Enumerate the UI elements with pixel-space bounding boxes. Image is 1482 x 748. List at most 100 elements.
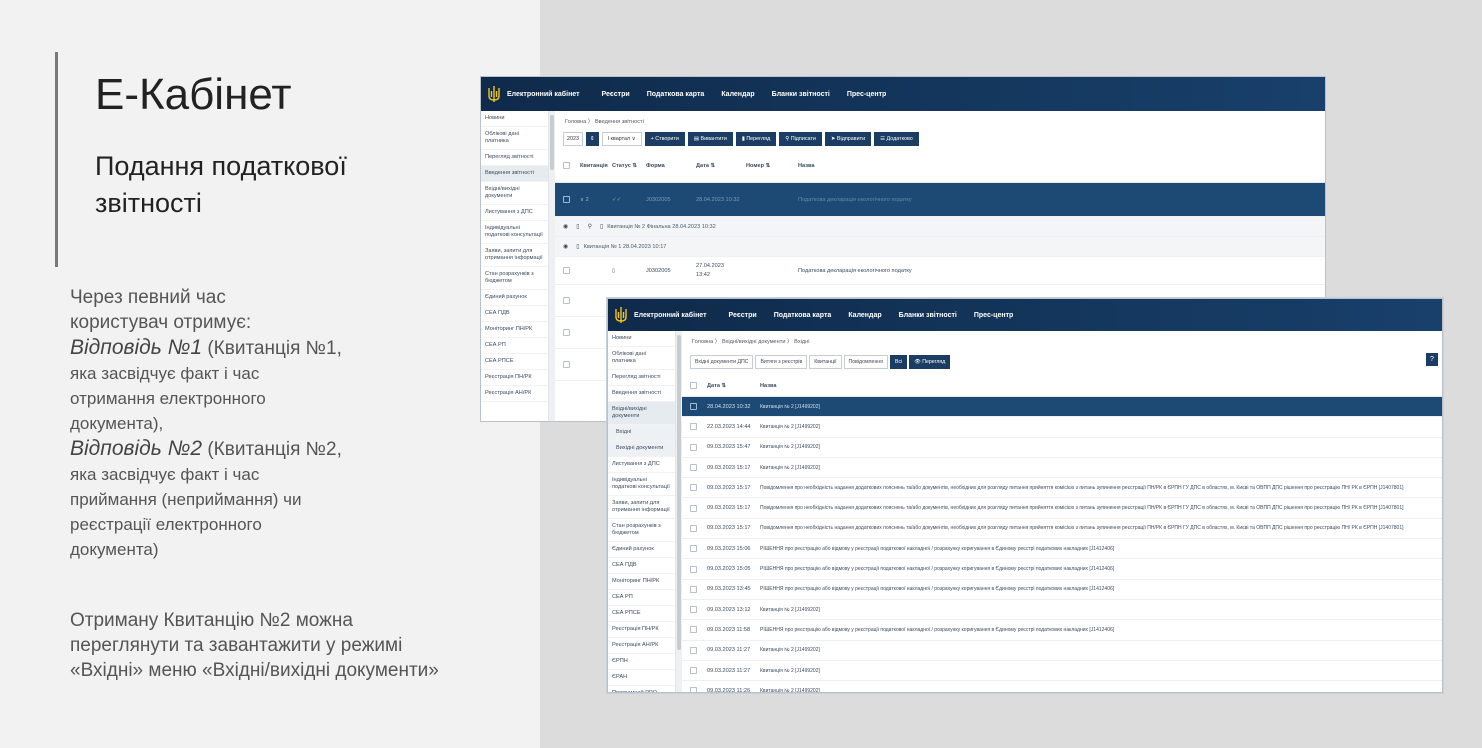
key-icon[interactable]: ⚲ bbox=[588, 223, 592, 230]
sidebar-item[interactable]: Реєстрація ПН/РК bbox=[481, 370, 548, 386]
table-row[interactable]: 09.03.2023 13:45 РІШЕННЯ про реєстрацію а… bbox=[682, 580, 1442, 600]
tab-incoming-dps[interactable]: Вхідні документи ДПС bbox=[690, 355, 754, 369]
table-row[interactable]: ▯ J0302005 27.04.2023 13:42 Податкова дек… bbox=[555, 257, 1325, 285]
eye-icon[interactable]: ◉ bbox=[563, 243, 568, 250]
sidebar-item[interactable]: Новини bbox=[608, 331, 675, 347]
create-button[interactable]: + Створити bbox=[644, 132, 685, 146]
nav-calendar[interactable]: Календар bbox=[721, 91, 754, 98]
table-row[interactable]: 09.03.2023 11:58 РІШЕННЯ про реєстрацію а… bbox=[682, 620, 1442, 641]
nav-registers[interactable]: Реєстри bbox=[602, 91, 630, 98]
table-row[interactable]: 09.03.2023 11:26 Квитанція № 2 [J1499202] bbox=[682, 681, 1442, 692]
row-checkbox[interactable] bbox=[690, 464, 697, 472]
sidebar-item[interactable]: Листування з ДПС bbox=[608, 457, 675, 473]
row-checkbox[interactable] bbox=[690, 423, 697, 431]
sidebar-item[interactable]: Реєстрація ПН/РК bbox=[608, 622, 675, 638]
nav-calendar[interactable]: Календар bbox=[848, 312, 881, 319]
row-checkbox[interactable] bbox=[690, 524, 697, 532]
export-button[interactable]: ▤ Вивантити bbox=[687, 132, 733, 146]
table-row[interactable]: 09.03.2023 11:27 Квитанція № 2 [J1499202] bbox=[682, 661, 1442, 682]
sidebar-item[interactable]: ЄРПН bbox=[608, 654, 675, 670]
sidebar-item[interactable]: Моніторинг ПН/РК bbox=[608, 574, 675, 590]
sidebar-item[interactable]: СЕА ПДВ bbox=[481, 306, 548, 322]
sidebar-item[interactable]: Реєстрація АН/РК bbox=[481, 386, 548, 402]
row-checkbox[interactable] bbox=[690, 565, 697, 573]
sidebar-item[interactable]: СЕА РП bbox=[608, 590, 675, 606]
sidebar-item[interactable]: Вхідні/вихідні документи bbox=[608, 402, 675, 425]
view-button[interactable]: 👁 Перегляд bbox=[909, 355, 951, 369]
sidebar-item[interactable]: СЕА РП bbox=[481, 338, 548, 354]
more-button[interactable]: ☰ Додатково bbox=[874, 132, 919, 146]
send-button[interactable]: ➤ Відправити bbox=[824, 132, 872, 146]
sidebar-item[interactable]: СЕА РПСЕ bbox=[608, 606, 675, 622]
eye-icon[interactable]: ◉ bbox=[563, 223, 568, 230]
sidebar-item[interactable]: Єдиний рахунок bbox=[608, 542, 675, 558]
year-stepper[interactable]: ⇕ bbox=[586, 132, 599, 146]
sidebar-item[interactable]: Вхідні bbox=[608, 425, 675, 441]
table-row[interactable]: 09.03.2023 15:06 РІШЕННЯ про реєстрацію а… bbox=[682, 539, 1442, 560]
table-row-selected[interactable]: 28.04.2023 10:32 Квитанція № 2 [J1499202] bbox=[682, 397, 1442, 418]
row-checkbox[interactable] bbox=[690, 504, 697, 512]
sidebar-item[interactable]: Стан розрахунків з бюджетом bbox=[608, 519, 675, 542]
sidebar-item[interactable]: Моніторинг ПН/РК bbox=[481, 322, 548, 338]
quarter-select[interactable]: I квартал ∨ bbox=[601, 132, 642, 146]
nav-press-center[interactable]: Прес-центр bbox=[974, 312, 1013, 319]
sidebar-item[interactable]: Заяви, запити для отримання інформації bbox=[481, 244, 548, 267]
sidebar-item[interactable]: Програмний РРО bbox=[608, 686, 675, 692]
table-row[interactable]: 22.03.2023 14:44 Квитанція № 2 [J1499202] bbox=[682, 417, 1442, 438]
table-row[interactable]: 09.03.2023 15:47 Квитанція № 2 [J1499202] bbox=[682, 438, 1442, 458]
table-row[interactable]: 09.03.2023 15:05 РІШЕННЯ про реєстрацію а… bbox=[682, 559, 1442, 580]
sidebar-item[interactable]: Новини bbox=[481, 111, 548, 127]
sidebar-item[interactable]: Вихідні документи bbox=[608, 441, 675, 457]
file-icon[interactable]: ▯ bbox=[576, 223, 579, 230]
table-row[interactable]: 09.03.2023 15:17 Повідомлення про необхід… bbox=[682, 519, 1442, 540]
row-checkbox[interactable] bbox=[690, 585, 697, 593]
receipt-row-1[interactable]: ◉ ▯ Квитанція № 1 28.04.2023 10:17 bbox=[555, 237, 1325, 257]
tab-receipts[interactable]: Квитанції bbox=[809, 355, 842, 369]
receipt-row-2[interactable]: ◉ ▯ ⚲ ▯ Квитанція № 2 Фінальна 28.04.202… bbox=[555, 217, 1325, 237]
sidebar-item[interactable]: СЕА РПСЕ bbox=[481, 354, 548, 370]
nav-press-center[interactable]: Прес-центр bbox=[847, 91, 886, 98]
view-button[interactable]: ▮ Перегляд bbox=[735, 132, 777, 146]
row-checkbox[interactable] bbox=[690, 484, 697, 492]
year-select[interactable]: 2023 bbox=[563, 132, 583, 146]
table-row[interactable]: 09.03.2023 13:12 Квитанція № 2 [J1499202] bbox=[682, 600, 1442, 621]
nav-report-forms[interactable]: Бланки звітності bbox=[899, 312, 957, 319]
sidebar-item[interactable]: Стан розрахунків з бюджетом bbox=[481, 267, 548, 290]
select-all-checkbox[interactable] bbox=[563, 162, 570, 169]
nav-tax-map[interactable]: Податкова карта bbox=[774, 312, 832, 319]
row-checkbox[interactable] bbox=[690, 687, 697, 692]
tab-notifications[interactable]: Повідомлення bbox=[843, 355, 888, 369]
table-row[interactable]: 09.03.2023 15:17 Повідомлення про необхід… bbox=[682, 498, 1442, 519]
document-icon[interactable]: ▯ bbox=[600, 223, 603, 230]
select-all-checkbox[interactable] bbox=[690, 382, 697, 389]
sidebar-item[interactable]: ЄРАН bbox=[608, 670, 675, 686]
tab-all[interactable]: Всі bbox=[889, 355, 908, 369]
file-icon[interactable]: ▯ bbox=[576, 243, 579, 250]
table-row[interactable]: 09.03.2023 15:17 Повідомлення про необхід… bbox=[682, 478, 1442, 499]
sidebar-item[interactable]: СЕА ПДВ bbox=[608, 558, 675, 574]
row-checkbox[interactable] bbox=[690, 667, 697, 674]
sidebar-item[interactable]: Заяви, запити для отримання інформації bbox=[608, 496, 675, 519]
sidebar-item[interactable]: Перегляд звітності bbox=[481, 150, 548, 166]
sidebar-item[interactable]: Індивідуальні податкові консультації bbox=[481, 221, 548, 244]
table-row[interactable]: 09.03.2023 11:27 Квитанція № 2 [J1499202] bbox=[682, 641, 1442, 661]
nav-tax-map[interactable]: Податкова карта bbox=[647, 91, 705, 98]
row-checkbox[interactable] bbox=[690, 646, 697, 654]
nav-report-forms[interactable]: Бланки звітності bbox=[772, 91, 830, 98]
help-button[interactable]: ? bbox=[1426, 353, 1438, 366]
row-checkbox[interactable] bbox=[690, 403, 697, 411]
row-checkbox[interactable] bbox=[563, 196, 570, 203]
tab-extracts[interactable]: Витяги з реєстрів bbox=[755, 355, 808, 369]
sign-button[interactable]: ⚲ Підписати bbox=[779, 132, 822, 146]
sidebar-item[interactable]: Єдиний рахунок bbox=[481, 290, 548, 306]
row-checkbox[interactable] bbox=[690, 443, 697, 451]
sidebar-item[interactable]: Облікові дані платника bbox=[481, 127, 548, 150]
sidebar-item[interactable]: Облікові дані платника bbox=[608, 347, 675, 370]
sidebar-item[interactable]: Індивідуальні податкові консультації bbox=[608, 473, 675, 496]
sidebar-item[interactable]: Перегляд звітності bbox=[608, 370, 675, 386]
table-row[interactable]: 09.03.2023 15:17 Квитанція № 2 [J1499202] bbox=[682, 458, 1442, 479]
nav-registers[interactable]: Реєстри bbox=[729, 312, 757, 319]
row-checkbox[interactable] bbox=[690, 606, 697, 614]
sidebar-item[interactable]: Введення звітності bbox=[608, 386, 675, 402]
row-checkbox[interactable] bbox=[563, 267, 570, 274]
